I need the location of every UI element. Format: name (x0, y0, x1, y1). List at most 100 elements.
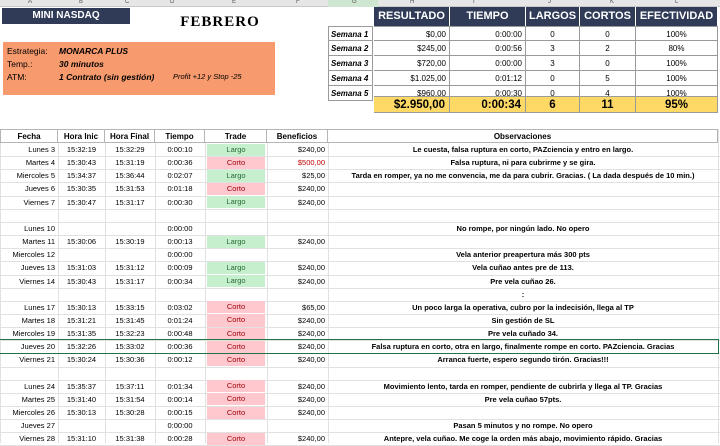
cell-obs[interactable] (328, 196, 718, 209)
cell-trade[interactable]: Corto (207, 301, 265, 314)
summary-efectividad-cell[interactable]: 100% (636, 56, 718, 71)
cell-ini[interactable]: 15:31:21 (58, 314, 105, 327)
cell-ben[interactable]: $240,00 (267, 432, 328, 445)
cell-obs[interactable]: Tarda en romper, ya no me convencia, me … (328, 169, 718, 182)
cell-ini[interactable]: 15:32:19 (58, 143, 105, 156)
cell-trade[interactable] (205, 419, 267, 432)
summary-tiempo-cell[interactable]: 0:00:00 (450, 26, 526, 41)
cell-fin[interactable]: 15:36:44 (105, 169, 155, 182)
cell-fin[interactable]: 15:31:12 (105, 261, 155, 274)
cell-ben[interactable] (267, 222, 328, 235)
cell-obs[interactable]: Vela anterior preapertura más 300 pts (328, 248, 718, 261)
cell-ben[interactable] (267, 367, 328, 380)
cell-tiempo[interactable]: 0:01:24 (155, 314, 205, 327)
cell-obs[interactable] (328, 235, 718, 248)
cell-tiempo[interactable]: 0:00:00 (155, 419, 205, 432)
cell-ben[interactable]: $240,00 (267, 143, 328, 156)
cell-obs[interactable]: Falsa ruptura, ni para cubrirme y se gir… (328, 156, 718, 169)
col-letter-k[interactable]: K (610, 0, 614, 5)
cell-fecha[interactable]: Viernes 21 (0, 353, 58, 366)
cell-trade[interactable]: Corto (207, 327, 265, 340)
cell-tiempo[interactable]: 0:01:18 (155, 182, 205, 195)
cell-ben[interactable]: $25,00 (267, 169, 328, 182)
cell-ben[interactable]: $240,00 (267, 393, 328, 406)
cell-obs[interactable]: Antepre, vela cuñao. Me coge la orden má… (328, 432, 718, 445)
cell-fin[interactable]: 15:31:54 (105, 393, 155, 406)
cell-tiempo[interactable]: 0:00:13 (155, 235, 205, 248)
cell-fecha[interactable]: Miercoles 19 (0, 327, 58, 340)
cell-ini[interactable]: 15:30:13 (58, 301, 105, 314)
cell-ini[interactable]: 15:35:37 (58, 380, 105, 393)
cell-obs[interactable]: Le cuesta, falsa ruptura en corto, PAZci… (328, 143, 718, 156)
cell-fecha[interactable]: Lunes 3 (0, 143, 58, 156)
summary-total-resultado[interactable]: $2.950,00 (374, 96, 450, 113)
cell-fin[interactable]: 15:31:17 (105, 196, 155, 209)
cell-tiempo[interactable] (155, 367, 205, 380)
cell-tiempo[interactable]: 0:00:36 (155, 156, 205, 169)
summary-cortos-cell[interactable]: 0 (580, 56, 636, 71)
summary-efectividad-cell[interactable]: 100% (636, 26, 718, 41)
summary-largos-cell[interactable]: 0 (526, 26, 580, 41)
summary-cortos-cell[interactable]: 5 (580, 71, 636, 86)
cell-fecha[interactable]: Lunes 17 (0, 301, 58, 314)
cell-tiempo[interactable]: 0:02:07 (155, 169, 205, 182)
cell-trade[interactable] (205, 222, 267, 235)
cell-ini[interactable]: 15:30:47 (58, 196, 105, 209)
cell-fin[interactable]: 15:32:29 (105, 143, 155, 156)
cell-fin[interactable]: 15:31:38 (105, 432, 155, 445)
cell-fin[interactable] (105, 419, 155, 432)
cell-trade[interactable]: Largo (207, 169, 265, 182)
cell-ben[interactable]: $240,00 (267, 380, 328, 393)
column-header-fin[interactable]: Hora Final (105, 129, 155, 143)
cell-fecha[interactable]: Jueves 6 (0, 182, 58, 195)
cell-fecha[interactable]: Jueves 27 (0, 419, 58, 432)
cell-fecha[interactable]: Miercoles 26 (0, 406, 58, 419)
cell-trade[interactable]: Largo (207, 261, 265, 274)
cell-fecha[interactable] (0, 367, 58, 380)
cell-trade[interactable] (205, 288, 267, 301)
cell-fecha[interactable]: Lunes 10 (0, 222, 58, 235)
cell-fin[interactable] (105, 209, 155, 222)
cell-trade[interactable]: Largo (207, 275, 265, 288)
cell-fin[interactable]: 15:31:45 (105, 314, 155, 327)
cell-trade[interactable]: Corto (207, 156, 265, 169)
summary-total-cortos[interactable]: 11 (580, 96, 636, 113)
cell-obs[interactable]: : (328, 288, 718, 301)
cell-obs[interactable] (328, 406, 718, 419)
summary-cortos-cell[interactable]: 2 (580, 41, 636, 56)
summary-resultado-cell[interactable]: $0,00 (374, 26, 450, 41)
cell-ben[interactable] (267, 209, 328, 222)
cell-tiempo[interactable]: 0:00:34 (155, 275, 205, 288)
cell-fin[interactable] (105, 222, 155, 235)
cell-fin[interactable] (105, 248, 155, 261)
summary-largos-cell[interactable]: 3 (526, 56, 580, 71)
summary-tiempo-cell[interactable]: 0:01:12 (450, 71, 526, 86)
cell-ben[interactable]: $240,00 (267, 235, 328, 248)
cell-ini[interactable]: 15:31:35 (58, 327, 105, 340)
cell-trade[interactable]: Largo (207, 235, 265, 248)
cell-fin[interactable] (105, 288, 155, 301)
cell-trade[interactable] (205, 209, 267, 222)
summary-total-efectividad[interactable]: 95% (636, 96, 718, 113)
cell-ini[interactable]: 15:31:10 (58, 432, 105, 445)
cell-tiempo[interactable]: 0:00:00 (155, 248, 205, 261)
col-letter-j[interactable]: J (548, 0, 551, 5)
summary-tiempo-cell[interactable]: 0:00:56 (450, 41, 526, 56)
cell-ben[interactable]: $240,00 (267, 261, 328, 274)
summary-total-tiempo[interactable]: 0:00:34 (450, 96, 526, 113)
cell-ini[interactable] (58, 288, 105, 301)
cell-ben[interactable] (267, 248, 328, 261)
cell-ben[interactable] (267, 419, 328, 432)
cell-fin[interactable]: 15:30:28 (105, 406, 155, 419)
column-header-fecha[interactable]: Fecha (0, 129, 58, 143)
cell-fecha[interactable]: Martes 18 (0, 314, 58, 327)
cell-tiempo[interactable]: 0:00:28 (155, 432, 205, 445)
cell-ben[interactable] (267, 288, 328, 301)
cell-obs[interactable]: Movimiento lento, tarda en romper, pendi… (328, 380, 718, 393)
cell-fecha[interactable]: Martes 25 (0, 393, 58, 406)
cell-fecha[interactable]: Viernes 28 (0, 432, 58, 445)
cell-tiempo[interactable]: 0:00:30 (155, 196, 205, 209)
cell-obs[interactable]: Un poco larga la operativa, cubro por la… (328, 301, 718, 314)
cell-ben[interactable]: $240,00 (267, 182, 328, 195)
cell-fin[interactable]: 15:31:53 (105, 182, 155, 195)
